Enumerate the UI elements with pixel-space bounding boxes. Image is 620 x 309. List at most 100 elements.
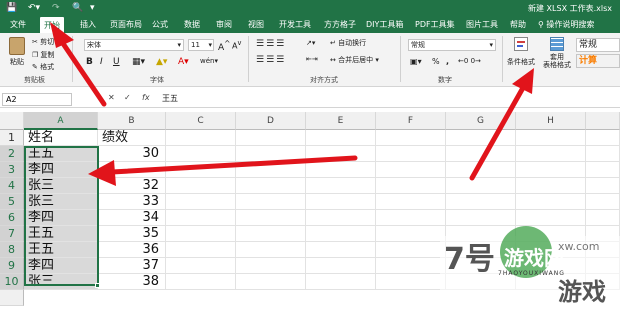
cell-empty[interactable] (516, 130, 586, 146)
row-header[interactable]: 2 (0, 146, 24, 162)
cell-a[interactable]: 王五 (24, 242, 98, 258)
cell-b[interactable]: 绩效 (98, 130, 166, 146)
cut-button[interactable]: ✂ 剪切 (32, 37, 54, 47)
cell-empty[interactable] (376, 162, 446, 178)
column-header-f[interactable]: F (376, 112, 446, 130)
cell-empty[interactable] (236, 130, 306, 146)
cell-empty[interactable] (306, 178, 376, 194)
cell-empty[interactable] (586, 130, 620, 146)
enter-icon[interactable]: ✓ (124, 93, 131, 102)
save-icon[interactable]: 💾 (6, 2, 17, 14)
conditional-format-button[interactable]: 条件格式 (506, 37, 536, 67)
cell-b[interactable] (98, 162, 166, 178)
redo-icon[interactable]: ↷ (52, 2, 60, 14)
decrease-font-button[interactable]: Av (232, 39, 241, 51)
cell-b[interactable]: 33 (98, 194, 166, 210)
fill-handle[interactable] (95, 283, 100, 288)
column-header-h[interactable]: H (516, 112, 586, 130)
cell-b[interactable]: 34 (98, 210, 166, 226)
cell-empty[interactable] (376, 258, 446, 274)
cell-b[interactable]: 37 (98, 258, 166, 274)
row-header[interactable]: 5 (0, 194, 24, 210)
wrap-text-button[interactable]: ↵ 自动换行 (330, 38, 366, 48)
cell-empty[interactable] (376, 226, 446, 242)
cell-empty[interactable] (236, 146, 306, 162)
comma-button[interactable]: , (446, 57, 449, 66)
cell-a[interactable]: 李四 (24, 258, 98, 274)
cell-empty[interactable] (376, 194, 446, 210)
cell-empty[interactable] (376, 242, 446, 258)
cell-a[interactable]: 张三 (24, 178, 98, 194)
tab-pdf-tools[interactable]: PDF工具集 (411, 16, 459, 33)
cell-a[interactable]: 姓名 (24, 130, 98, 146)
cell-empty[interactable] (516, 162, 586, 178)
undo-icon[interactable]: ↶▾ (28, 2, 40, 14)
font-size-select[interactable]: 11 ▾ (188, 39, 214, 51)
cell-empty[interactable] (516, 146, 586, 162)
row-header[interactable]: 4 (0, 178, 24, 194)
borders-button[interactable]: ▦▾ (132, 57, 145, 67)
cell-empty[interactable] (446, 130, 516, 146)
align-top-buttons[interactable]: ☰☰☰ (256, 39, 286, 49)
row-header[interactable] (0, 290, 24, 306)
cell-empty[interactable] (166, 178, 236, 194)
tab-page-layout[interactable]: 页面布局 (106, 16, 146, 33)
tab-picture-tools[interactable]: 图片工具 (462, 16, 502, 33)
cell-empty[interactable] (166, 162, 236, 178)
cell-b[interactable]: 38 (98, 274, 166, 290)
cell-empty[interactable] (586, 146, 620, 162)
tab-file[interactable]: 文件 (6, 16, 30, 33)
cell-empty[interactable] (586, 178, 620, 194)
cell-empty[interactable] (166, 242, 236, 258)
tell-me-search[interactable]: ⚲ 操作说明搜索 (538, 16, 594, 33)
tab-review[interactable]: 审阅 (212, 16, 236, 33)
cell-empty[interactable] (306, 242, 376, 258)
cell-a[interactable]: 李四 (24, 210, 98, 226)
cell-empty[interactable] (306, 146, 376, 162)
cell-empty[interactable] (586, 162, 620, 178)
cell-empty[interactable] (306, 130, 376, 146)
cell-empty[interactable] (376, 130, 446, 146)
cell-empty[interactable] (166, 194, 236, 210)
merge-center-button[interactable]: ↔ 合并后居中 ▾ (330, 55, 379, 65)
increase-font-button[interactable]: A^ (218, 39, 230, 53)
cell-empty[interactable] (166, 130, 236, 146)
cell-b[interactable]: 32 (98, 178, 166, 194)
tab-developer[interactable]: 开发工具 (275, 16, 315, 33)
cell-b[interactable]: 35 (98, 226, 166, 242)
cell-empty[interactable] (376, 274, 446, 290)
cell-empty[interactable] (236, 274, 306, 290)
print-preview-icon[interactable]: 🔍 (72, 2, 83, 14)
cell-empty[interactable] (586, 194, 620, 210)
row-header[interactable]: 6 (0, 210, 24, 226)
cell-empty[interactable] (376, 146, 446, 162)
font-name-select[interactable]: 宋体 ▾ (84, 39, 184, 51)
style-calculation[interactable]: 计算 (576, 54, 620, 68)
cell-empty[interactable] (446, 146, 516, 162)
align-horizontal-buttons[interactable]: ☰☰☰ (256, 55, 286, 65)
cell-empty[interactable] (516, 194, 586, 210)
row-header[interactable]: 3 (0, 162, 24, 178)
customize-toolbar-icon[interactable]: ▾ (90, 2, 95, 14)
cell-a[interactable]: 张三 (24, 274, 98, 290)
cancel-icon[interactable]: ✕ (108, 93, 115, 102)
format-painter-button[interactable]: ✎ 格式 (32, 62, 54, 72)
cell-empty[interactable] (236, 194, 306, 210)
indent-buttons[interactable]: ⇤⇥ (306, 55, 318, 63)
column-header-a[interactable]: A (24, 112, 98, 130)
tab-home[interactable]: 开始 (40, 17, 64, 33)
row-header[interactable]: 1 (0, 130, 24, 146)
cell-empty[interactable] (236, 178, 306, 194)
cell-empty[interactable] (166, 274, 236, 290)
decimal-buttons[interactable]: ←0 0→ (458, 57, 481, 65)
fill-color-button[interactable]: ▲▾ (156, 57, 167, 67)
cell-empty[interactable] (236, 226, 306, 242)
cell-empty[interactable] (236, 242, 306, 258)
copy-button[interactable]: ❐ 复制 (32, 50, 55, 60)
cell-empty[interactable] (306, 258, 376, 274)
phonetic-button[interactable]: wén▾ (200, 57, 218, 65)
cell-b[interactable]: 30 (98, 146, 166, 162)
cell-empty[interactable] (446, 178, 516, 194)
cell-empty[interactable] (306, 210, 376, 226)
underline-button[interactable]: U (113, 57, 120, 67)
